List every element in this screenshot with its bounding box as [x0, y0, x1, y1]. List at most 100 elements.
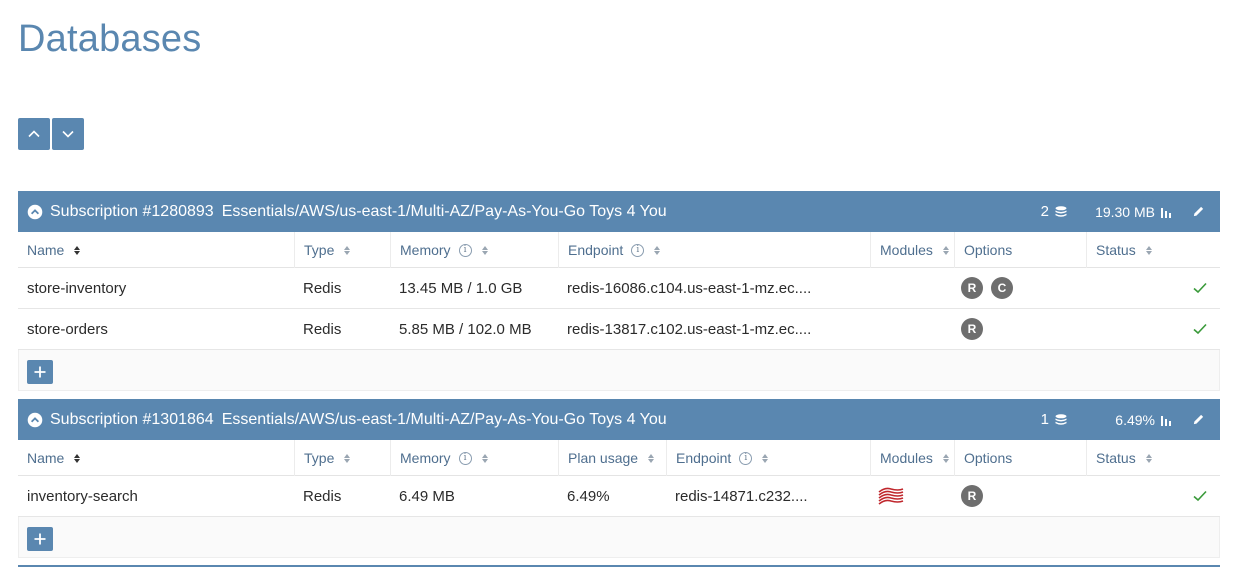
table-row[interactable]: store-orders Redis 5.85 MB / 102.0 MB re…: [18, 309, 1220, 350]
sort-icon: [942, 453, 949, 463]
column-name[interactable]: Name: [18, 440, 294, 476]
column-label: Endpoint: [676, 450, 732, 466]
subscription-panel: Subscription #1280893 Essentials/AWS/us-…: [18, 191, 1220, 391]
column-label: Type: [304, 450, 335, 466]
column-endpoint[interactable]: Endpoint i: [666, 440, 870, 476]
nav-buttons: [18, 118, 84, 150]
column-label: Status: [1096, 242, 1136, 258]
bar-chart-icon: [1161, 207, 1171, 218]
subscription-id[interactable]: Subscription #1301864: [50, 411, 214, 429]
column-label: Options: [964, 242, 1013, 258]
add-database-row: [18, 350, 1220, 391]
database-count: 1: [1041, 411, 1068, 428]
collapse-icon[interactable]: [27, 412, 43, 428]
column-modules[interactable]: Modules: [870, 232, 954, 268]
check-icon: [1193, 282, 1207, 294]
database-endpoint[interactable]: redis-14871.c232....: [666, 476, 870, 516]
option-badge[interactable]: R: [961, 277, 983, 299]
database-endpoint[interactable]: redis-16086.c104.us-east-1-mz.ec....: [558, 268, 870, 308]
usage-summary[interactable]: 19.30 MB: [1095, 204, 1172, 220]
database-count: 2: [1041, 203, 1068, 220]
sort-icon: [481, 453, 488, 463]
database-memory: 13.45 MB / 1.0 GB: [399, 279, 523, 297]
column-label: Memory: [400, 242, 451, 258]
usage-value: 6.49%: [1115, 411, 1155, 428]
plus-icon: [34, 366, 46, 378]
option-badge[interactable]: R: [961, 318, 983, 340]
column-label: Name: [27, 242, 65, 258]
database-endpoint[interactable]: redis-13817.c102.us-east-1-mz.ec....: [558, 309, 870, 349]
column-endpoint[interactable]: Endpoint i: [558, 232, 870, 268]
sort-icon: [344, 245, 351, 255]
subscription-panel: Subscription #1301864 Essentials/AWS/us-…: [18, 399, 1220, 558]
sort-icon: [762, 453, 769, 463]
column-header-row: Name Type Memory i Plan usage Endpoint i M…: [18, 440, 1220, 476]
column-status[interactable]: Status: [1086, 232, 1220, 268]
column-label: Modules: [880, 450, 933, 466]
column-label: Modules: [880, 242, 933, 258]
column-options: Options: [954, 440, 1086, 476]
sort-icon: [1145, 245, 1152, 255]
column-plan-usage[interactable]: Plan usage: [558, 440, 666, 476]
column-status[interactable]: Status: [1086, 440, 1220, 476]
database-type: Redis: [303, 487, 342, 505]
sort-icon: [74, 453, 81, 463]
edit-icon[interactable]: [1190, 412, 1206, 428]
database-type: Redis: [303, 320, 342, 338]
column-label: Type: [304, 242, 335, 258]
edit-icon[interactable]: [1190, 204, 1206, 220]
info-icon[interactable]: i: [739, 451, 753, 465]
option-badge[interactable]: R: [961, 485, 983, 507]
column-type[interactable]: Type: [294, 232, 390, 268]
database-name[interactable]: store-inventory: [18, 268, 294, 308]
database-options: R: [954, 476, 1086, 516]
check-icon: [1193, 490, 1207, 502]
redisearch-icon[interactable]: [876, 484, 906, 508]
sort-icon: [74, 245, 81, 255]
add-database-button[interactable]: [27, 527, 53, 551]
sort-icon: [654, 245, 661, 255]
database-stack-icon: [1055, 413, 1067, 425]
sort-icon: [648, 453, 655, 463]
usage-value: 19.30 MB: [1095, 203, 1155, 220]
info-icon[interactable]: i: [631, 243, 645, 257]
bar-chart-icon: [1161, 415, 1171, 426]
sort-icon: [344, 453, 351, 463]
column-name[interactable]: Name: [18, 232, 294, 268]
sort-icon: [942, 245, 949, 255]
database-count-value: 1: [1040, 411, 1049, 428]
info-icon[interactable]: i: [458, 243, 472, 257]
check-icon: [1193, 323, 1207, 335]
column-label: Name: [27, 450, 65, 466]
subscription-header: Subscription #1280893 Essentials/AWS/us-…: [18, 191, 1220, 232]
sort-icon: [481, 245, 488, 255]
column-memory[interactable]: Memory i: [390, 232, 558, 268]
column-type[interactable]: Type: [294, 440, 390, 476]
database-stack-icon: [1055, 205, 1067, 217]
column-memory[interactable]: Memory i: [390, 440, 558, 476]
table-row[interactable]: store-inventory Redis 13.45 MB / 1.0 GB …: [18, 268, 1220, 309]
collapse-icon[interactable]: [27, 204, 43, 220]
subscription-id[interactable]: Subscription #1280893: [50, 203, 214, 221]
subscription-plan: Essentials/AWS/us-east-1/Multi-AZ/Pay-As…: [221, 410, 667, 428]
database-name[interactable]: store-orders: [18, 309, 294, 349]
scroll-down-button[interactable]: [52, 118, 84, 150]
database-memory: 6.49 MB: [399, 487, 455, 505]
database-memory: 5.85 MB / 102.0 MB: [399, 320, 532, 338]
database-name[interactable]: inventory-search: [18, 476, 294, 516]
option-badge[interactable]: C: [991, 277, 1013, 299]
database-plan-usage: 6.49%: [567, 487, 610, 505]
table-row[interactable]: inventory-search Redis 6.49 MB 6.49% red…: [18, 476, 1220, 517]
usage-summary[interactable]: 6.49%: [1115, 412, 1172, 428]
add-database-button[interactable]: [27, 360, 53, 384]
chevron-up-icon: [28, 130, 40, 138]
column-modules[interactable]: Modules: [870, 440, 954, 476]
column-label: Options: [964, 450, 1013, 466]
scroll-up-button[interactable]: [18, 118, 50, 150]
subscription-plan: Essentials/AWS/us-east-1/Multi-AZ/Pay-As…: [221, 202, 667, 220]
subscription-header: Subscription #1301864 Essentials/AWS/us-…: [18, 399, 1220, 440]
database-options: R C: [954, 268, 1086, 308]
info-icon[interactable]: i: [458, 451, 472, 465]
plus-icon: [34, 533, 46, 545]
database-type: Redis: [303, 279, 342, 297]
